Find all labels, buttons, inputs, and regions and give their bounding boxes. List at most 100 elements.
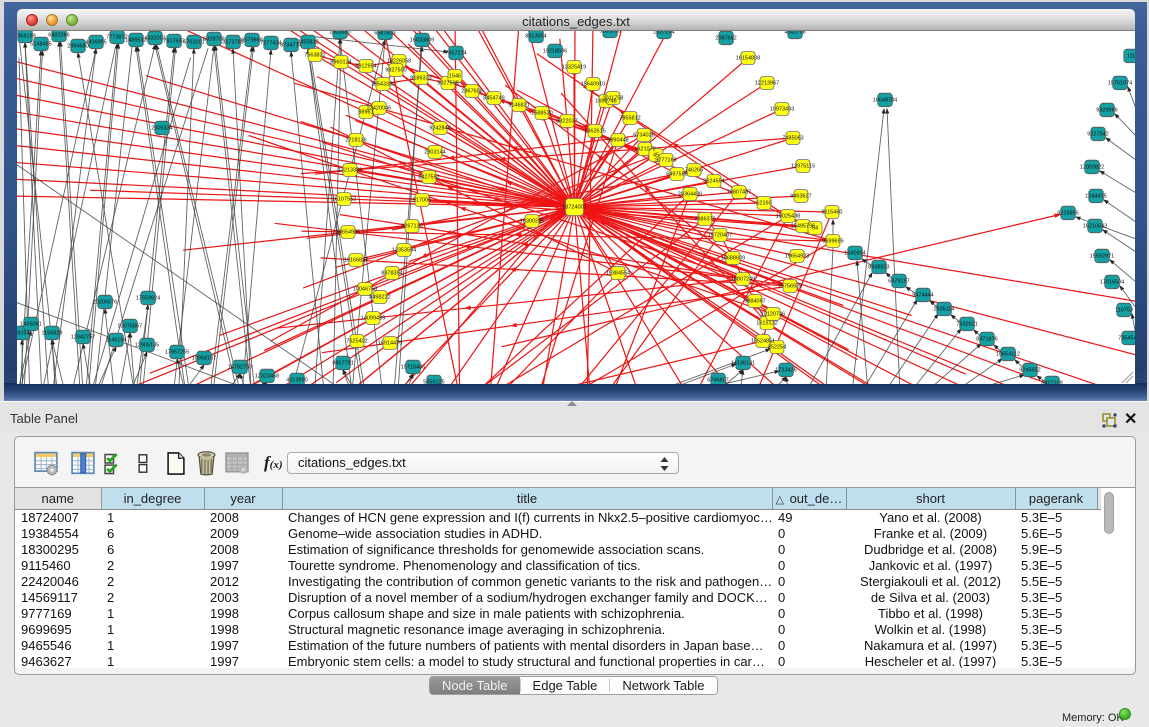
svg-text:9699695: 9699695 [822,239,843,245]
svg-text:1156829: 1156829 [41,331,62,337]
svg-text:20364436: 20364436 [678,192,702,198]
svg-text:1362615: 1362615 [584,129,605,135]
svg-text:8498222: 8498222 [369,295,390,301]
svg-text:19384554: 19384554 [606,271,630,277]
svg-text:1603380: 1603380 [329,31,350,36]
svg-text:8938923: 8938923 [868,265,889,271]
svg-text:12975115: 12975115 [791,164,815,170]
svg-text:6482366: 6482366 [48,33,69,39]
svg-text:18300295: 18300295 [520,219,544,225]
svg-text:9146821: 9146821 [508,103,529,109]
svg-text:17957255: 17957255 [165,350,189,356]
svg-text:17559924: 17559924 [136,296,160,302]
svg-text:1588520: 1588520 [531,111,552,117]
svg-text:1627204: 1627204 [653,31,674,36]
svg-text:7663822: 7663822 [304,53,325,59]
svg-text:12942757: 12942757 [71,335,95,341]
svg-text:16033809: 16033809 [410,38,434,44]
svg-text:1733426: 1733426 [775,368,796,374]
svg-text:2935114: 2935114 [933,307,954,313]
svg-text:10654112: 10654112 [996,352,1020,358]
svg-text:10688609: 10688609 [721,256,745,262]
svg-text:18807249: 18807249 [731,277,755,283]
svg-text:19654985: 19654985 [336,230,360,236]
svg-text:8427552: 8427552 [418,175,439,181]
svg-text:4013990: 4013990 [286,378,307,384]
svg-text:98961: 98961 [358,110,373,116]
svg-text:8186323: 8186323 [410,76,431,82]
svg-text:252254: 252254 [768,345,786,351]
svg-text:10046758: 10046758 [353,287,377,293]
svg-text:15720407: 15720407 [708,233,732,239]
svg-text:9884067: 9884067 [744,299,765,305]
svg-text:1244415: 1244415 [1085,194,1106,200]
svg-text:6746807: 6746807 [707,378,728,384]
svg-text:6734028: 6734028 [633,133,654,139]
svg-text:4641708: 4641708 [784,31,805,36]
svg-text:2718126: 2718126 [345,138,366,144]
svg-text:9245652: 9245652 [1019,368,1040,374]
svg-text:7986372: 7986372 [694,217,715,223]
svg-text:8322037: 8322037 [556,119,577,125]
svg-text:6679197: 6679197 [888,279,909,285]
svg-text:12213389: 12213389 [338,168,362,174]
svg-text:9474444: 9474444 [912,293,933,299]
svg-text:20206576: 20206576 [93,300,117,306]
svg-text:8813054: 8813054 [525,34,546,40]
svg-text:2087682: 2087682 [715,36,736,42]
svg-text:9242848: 9242848 [429,126,450,132]
svg-text:8960124: 8960124 [330,60,351,66]
svg-text:9227342: 9227342 [1087,132,1108,138]
svg-text:1145194: 1145194 [105,338,126,344]
svg-text:9115460: 9115460 [821,210,842,216]
svg-text:19166827: 19166827 [344,258,368,264]
svg-text:1435061: 1435061 [20,322,41,328]
svg-text:14099489: 14099489 [361,316,385,322]
svg-text:16782759: 16782759 [228,365,252,371]
svg-text:1615132: 1615132 [756,321,777,327]
svg-text:9857791: 9857791 [332,361,353,367]
svg-text:1011758: 1011758 [602,96,623,102]
svg-text:17016504: 17016504 [1100,280,1124,286]
svg-text:8267130: 8267130 [401,224,422,230]
svg-text:19218506: 19218506 [543,49,567,55]
svg-text:7917693: 7917693 [163,39,184,45]
svg-text:15692971: 15692971 [1090,254,1114,260]
svg-text:7277434: 7277434 [260,41,281,47]
svg-text:16107552: 16107552 [332,197,356,203]
svg-text:1546: 1546 [449,74,461,80]
svg-text:19654923: 19654923 [785,254,809,260]
svg-text:16154808: 16154808 [736,56,760,62]
svg-text:10120746: 10120746 [761,312,785,318]
svg-text:917006: 917006 [413,198,431,204]
svg-text:93975867: 93975867 [118,324,142,330]
svg-text:19756928: 19756928 [778,284,802,290]
svg-text:16543382: 16543382 [371,82,395,88]
svg-text:7625402: 7625402 [346,339,367,345]
svg-text:2867608: 2867608 [461,89,482,95]
svg-text:6990448: 6990448 [607,138,628,144]
svg-text:5148465: 5148465 [30,42,51,48]
svg-text:10807487: 10807487 [727,190,751,196]
svg-text:16648784: 16648784 [873,98,897,104]
svg-text:8215955: 8215955 [1057,211,1078,217]
svg-text:3455812: 3455812 [297,40,318,46]
svg-text:16210643: 16210643 [1083,224,1107,230]
svg-text:62160: 62160 [756,201,771,207]
svg-text:9777169: 9777169 [655,158,676,164]
svg-text:10958107: 10958107 [192,356,216,362]
svg-text:14136141: 14136141 [731,361,755,367]
svg-text:39154: 39154 [17,331,30,337]
svg-text:12353594: 12353594 [392,248,416,254]
svg-text:12905135: 12905135 [135,343,159,349]
svg-text:12323468: 12323468 [255,374,279,380]
svg-text:9329966: 9329966 [1096,108,1117,114]
svg-text:2505334: 2505334 [151,126,172,132]
svg-text:111: 111 [1127,54,1135,60]
svg-text:8454749: 8454749 [483,96,504,102]
svg-text:64: 64 [812,226,818,232]
svg-text:4436995: 4436995 [85,40,106,46]
svg-text:8427109: 8427109 [1041,381,1062,385]
svg-text:15751074: 15751074 [1108,81,1132,87]
svg-text:3624554: 3624554 [703,179,724,185]
